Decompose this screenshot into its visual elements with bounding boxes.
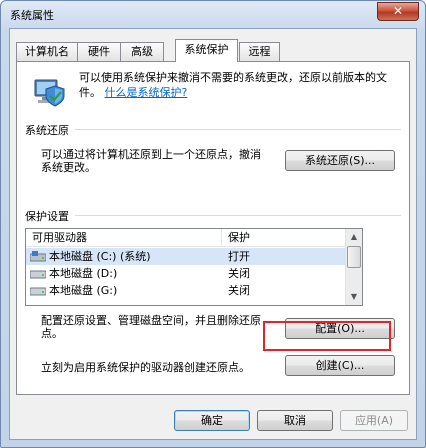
drive-protection: 关闭 — [228, 284, 250, 297]
intro-text-block: 可以使用系统保护来撤消不需要的系统更改，还原以前版本的文件。 什么是系统保护? — [79, 70, 399, 100]
group-divider — [25, 129, 401, 130]
create-description: 立刻为启用系统保护的驱动器创建还原点。 — [41, 361, 250, 374]
column-header-protection[interactable]: 保护 — [222, 229, 346, 247]
protection-settings-group: 保护设置 — [25, 208, 401, 228]
drive-list-scrollbar[interactable]: ▲ ▼ — [345, 229, 362, 305]
scroll-up-icon[interactable]: ▲ — [346, 229, 362, 245]
drive-name: 本地磁盘 (D:) — [49, 267, 118, 280]
window-title: 系统属性 — [10, 9, 54, 22]
drive-name: 本地磁盘 (G:) — [49, 284, 118, 297]
drive-row-c[interactable]: 本地磁盘 (C:) (系统) 打开 — [26, 248, 346, 265]
drive-name: 本地磁盘 (C:) (系统) — [49, 250, 151, 263]
system-restore-description: 可以通过将计算机还原到上一个还原点，撤消系统更改。 — [41, 148, 261, 174]
drive-protection: 关闭 — [228, 267, 250, 280]
system-restore-group-title: 系统还原 — [25, 122, 75, 138]
what-is-system-protection-link[interactable]: 什么是系统保护? — [105, 86, 188, 99]
create-button-highlight — [263, 321, 391, 351]
drive-list[interactable]: 可用驱动器 保护 本地磁盘 (C:) (系统) 打开 本地磁盘 (D:) 关闭 … — [25, 228, 363, 306]
tab-system-protection[interactable]: 系统保护 — [175, 39, 238, 62]
title-bar[interactable]: 系统属性 ✕ — [1, 1, 425, 27]
tab-computer-name[interactable]: 计算机名 — [16, 42, 78, 61]
tab-remote[interactable]: 远程 — [239, 42, 280, 61]
dialog-client: 计算机名 硬件 高级 系统保护 远程 可以使用系统保护来撤消不需要的系统更改，还… — [9, 28, 417, 440]
scroll-thumb[interactable] — [347, 246, 361, 268]
drive-row-g[interactable]: 本地磁盘 (G:) 关闭 — [26, 282, 346, 299]
disk-icon — [30, 287, 46, 296]
shield-computer-icon — [34, 79, 65, 107]
ok-button[interactable]: 确定 — [174, 410, 250, 431]
apply-button[interactable]: 应用(A) — [340, 410, 408, 431]
cancel-button[interactable]: 取消 — [257, 410, 333, 431]
disk-icon — [30, 270, 46, 279]
column-header-drive[interactable]: 可用驱动器 — [26, 229, 222, 247]
tab-advanced[interactable]: 高级 — [120, 42, 164, 61]
protection-settings-group-title: 保护设置 — [25, 208, 75, 224]
drive-protection: 打开 — [228, 250, 250, 263]
scroll-down-icon[interactable]: ▼ — [346, 289, 362, 305]
configure-description: 配置还原设置、管理磁盘空间，并且删除还原点。 — [41, 314, 261, 340]
system-properties-window: 系统属性 ✕ 计算机名 硬件 高级 系统保护 远程 可以使用系统保护来撤消不需要… — [0, 0, 426, 448]
group-divider — [25, 215, 401, 216]
system-disk-icon — [30, 251, 46, 262]
drive-row-d[interactable]: 本地磁盘 (D:) 关闭 — [26, 265, 346, 282]
close-button[interactable]: ✕ — [377, 2, 419, 21]
create-restore-point-button[interactable]: 创建(C)... — [285, 355, 395, 376]
system-restore-group: 系统还原 — [25, 122, 401, 142]
system-restore-button[interactable]: 系统还原(S)... — [285, 150, 395, 171]
close-icon: ✕ — [392, 4, 404, 18]
tab-hardware[interactable]: 硬件 — [77, 42, 121, 61]
